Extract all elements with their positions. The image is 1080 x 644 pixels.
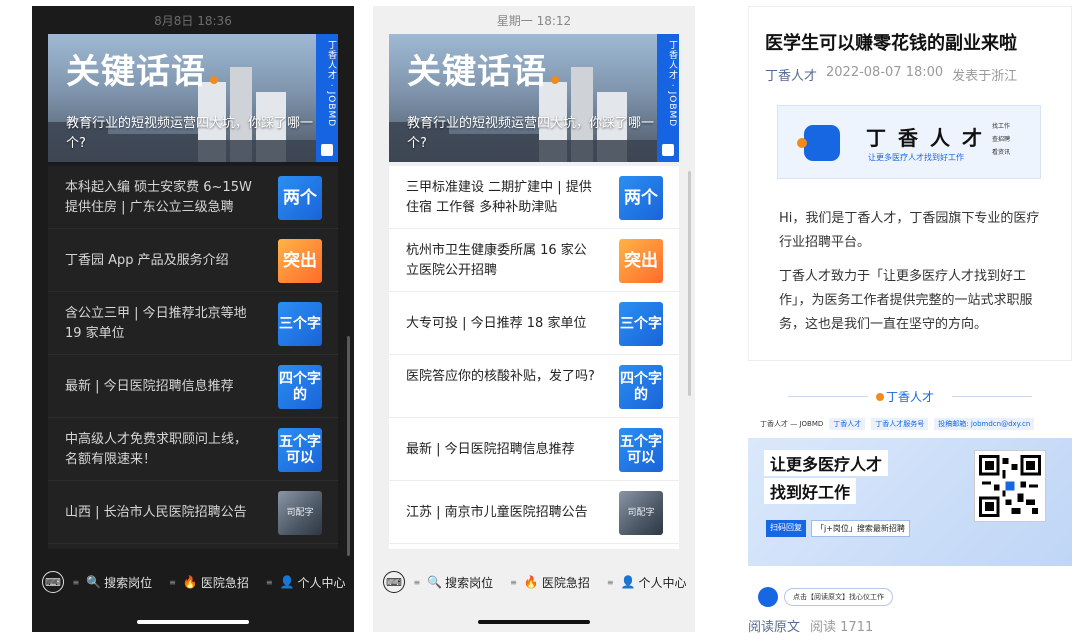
person-icon: 👤	[279, 575, 295, 589]
orange-dot	[210, 76, 218, 84]
promo-poster: 丁香人才 丁香人才 — JOBMD 丁香人才 丁香人才服务号 投稿邮箱: job…	[748, 382, 1072, 572]
article-footer: 阅读原文 阅读 1711	[748, 616, 873, 635]
poster-headline: 让更多医疗人才	[764, 450, 889, 476]
search-icon: 🔍	[86, 575, 102, 589]
menu-personal-center[interactable]: ≡ 👤 个人中心	[257, 574, 354, 591]
list-item[interactable]: 本科起入编 硕士安家费 6~15W 提供住房 | 广东公立三级急聘 两个	[48, 166, 338, 229]
banner-side-brand: 丁香人才 · JOBMD	[316, 34, 338, 162]
banner-subtitle: 教育行业的短视频运营四大坑，你踩了哪一个?	[407, 116, 655, 151]
thumbnail: 司配字	[619, 491, 663, 535]
orange-dot	[551, 76, 559, 84]
mascot-icon	[758, 587, 778, 607]
poster-brand: 丁香人才	[876, 388, 934, 405]
menu-personal-center[interactable]: ≡ 👤 个人中心	[598, 574, 695, 591]
status-time: 星期一 18:12	[496, 13, 572, 28]
publish-location: 发表于浙江	[952, 69, 1018, 84]
logo-name: 丁香人才	[866, 126, 994, 150]
banner-title: 关键话语	[66, 52, 206, 92]
banner[interactable]: 关键话语 教育行业的短视频运营四大坑，你踩了哪一个? 丁香人才 · JOBMD	[389, 34, 679, 162]
thumbnail: 两个	[619, 176, 663, 220]
thumbnail: 突出	[619, 239, 663, 283]
keyboard-icon[interactable]: ⌨	[42, 571, 64, 593]
logo-slogan: 让更多医疗人才找到好工作	[868, 153, 964, 162]
logo-tags: 找工作 查招聘 看资讯	[992, 123, 1011, 156]
article-card: 医学生可以赚零花钱的副业来啦 丁香人才 2022-08-07 18:00 发表于…	[748, 6, 1072, 361]
thumbnail: 五个字可以	[278, 428, 322, 472]
thumbnail: 三个字	[619, 302, 663, 346]
scrollbar[interactable]	[688, 171, 691, 396]
bottom-menu: ⌨ ≡ 🔍 搜索岗位 ≡ 🔥 医院急招 ≡ 👤 个人中心	[373, 562, 695, 602]
screenshot-collage: 8月8日 18:36 关键话语 教育行业的短视频运营四大坑，你踩了哪一个? 丁香…	[0, 0, 1080, 644]
fire-icon: 🔥	[182, 575, 198, 589]
thumbnail: 突出	[278, 239, 322, 283]
dark-mode-phone: 8月8日 18:36 关键话语 教育行业的短视频运营四大坑，你踩了哪一个? 丁香…	[32, 6, 354, 632]
brand-logo-icon	[797, 125, 840, 161]
brand-logo-icon	[662, 144, 674, 156]
poster-strip: 丁香人才 — JOBMD 丁香人才 丁香人才服务号 投稿邮箱: jobmdcn@…	[748, 414, 1072, 434]
thumbnail: 五个字可以	[619, 428, 663, 472]
fire-icon: 🔥	[523, 575, 539, 589]
menu-urgent-hiring[interactable]: ≡ 🔥 医院急招	[161, 574, 258, 591]
banner[interactable]: 关键话语 教育行业的短视频运营四大坑，你踩了哪一个? 丁香人才 · JOBMD	[48, 34, 338, 162]
home-indicator	[478, 620, 590, 624]
hint-pill: 点击【阅读原文】找心仪工作	[784, 588, 893, 606]
list-item[interactable]: 丁香园 App 产品及服务介绍 突出	[48, 229, 338, 292]
list-item[interactable]: 含公立三甲 | 今日推荐北京等地 19 家单位 三个字	[48, 292, 338, 355]
thumbnail: 四个字的	[278, 365, 322, 409]
poster-main: 让更多医疗人才 找到好工作 扫码回复 「j+岗位」搜索最新招聘	[748, 438, 1072, 566]
banner-subtitle: 教育行业的短视频运营四大坑，你踩了哪一个?	[66, 116, 314, 151]
status-time: 8月8日 18:36	[154, 13, 232, 28]
publish-date: 2022-08-07 18:00	[826, 65, 944, 80]
banner-title: 关键话语	[407, 52, 547, 92]
article-meta: 丁香人才 2022-08-07 18:00 发表于浙江	[765, 65, 1017, 84]
account-link[interactable]: 丁香人才	[765, 65, 817, 84]
list-item[interactable]: 大专可投 | 今日推荐 18 家单位 三个字	[389, 292, 679, 355]
read-original-hint: 点击【阅读原文】找心仪工作	[758, 584, 1058, 610]
article-title: 医学生可以赚零花钱的副业来啦	[765, 33, 1017, 54]
list-item[interactable]: 最新 | 今日医院招聘信息推荐 五个字可以	[389, 418, 679, 481]
qr-code[interactable]	[974, 450, 1046, 522]
person-icon: 👤	[620, 575, 636, 589]
brand-logo-icon	[321, 144, 333, 156]
read-count: 阅读 1711	[810, 620, 874, 635]
article-list: 三甲标准建设 二期扩建中 | 提供住宿 工作餐 多种补助津贴 两个 杭州市卫生健康…	[389, 166, 679, 549]
list-item[interactable]: 三甲标准建设 二期扩建中 | 提供住宿 工作餐 多种补助津贴 两个	[389, 166, 679, 229]
menu-search-jobs[interactable]: ≡ 🔍 搜索岗位	[64, 574, 161, 591]
menu-urgent-hiring[interactable]: ≡ 🔥 医院急招	[502, 574, 599, 591]
read-original-link[interactable]: 阅读原文	[748, 616, 800, 635]
thumbnail: 四个字的	[619, 365, 663, 409]
keyboard-icon[interactable]: ⌨	[383, 571, 405, 593]
brand-logo-card: 丁香人才 让更多医疗人才找到好工作 找工作 查招聘 看资讯	[777, 105, 1041, 179]
search-icon: 🔍	[427, 575, 443, 589]
poster-headline: 找到好工作	[764, 478, 857, 504]
banner-side-brand: 丁香人才 · JOBMD	[657, 34, 679, 162]
home-indicator	[137, 620, 249, 624]
thumbnail: 两个	[278, 176, 322, 220]
list-item[interactable]: 杭州市卫生健康委所属 16 家公立医院公开招聘 突出	[389, 229, 679, 292]
menu-search-jobs[interactable]: ≡ 🔍 搜索岗位	[405, 574, 502, 591]
list-item[interactable]: 中高级人才免费求职顾问上线，名额有限速来！ 五个字可以	[48, 418, 338, 481]
poster-tags: 扫码回复 「j+岗位」搜索最新招聘	[766, 520, 910, 537]
bottom-menu: ⌨ ≡ 🔍 搜索岗位 ≡ 🔥 医院急招 ≡ 👤 个人中心	[32, 562, 354, 602]
scrollbar[interactable]	[347, 336, 350, 556]
list-item[interactable]: 最新 | 今日医院招聘信息推荐 四个字的	[48, 355, 338, 418]
article-list: 本科起入编 硕士安家费 6~15W 提供住房 | 广东公立三级急聘 两个 丁香园 …	[48, 166, 338, 549]
paragraph: Hi，我们是丁香人才，丁香园旗下专业的医疗行业招聘平台。	[779, 211, 1040, 250]
light-mode-phone: 星期一 18:12 关键话语 教育行业的短视频运营四大坑，你踩了哪一个? 丁香人…	[373, 6, 695, 632]
article-view: 医学生可以赚零花钱的副业来啦 丁香人才 2022-08-07 18:00 发表于…	[748, 6, 1072, 638]
list-item[interactable]: 江苏 | 南京市儿童医院招聘公告 司配字	[389, 481, 679, 544]
thumbnail: 司配字	[278, 491, 322, 535]
thumbnail: 三个字	[278, 302, 322, 346]
paragraph: 丁香人才致力于「让更多医疗人才找到好工作」，为医务工作者提供完整的一站式求职服务…	[779, 269, 1033, 332]
list-item[interactable]: 山西 | 长治市人民医院招聘公告 司配字	[48, 481, 338, 544]
list-item[interactable]: 医院答应你的核酸补贴，发了吗? 四个字的	[389, 355, 679, 418]
